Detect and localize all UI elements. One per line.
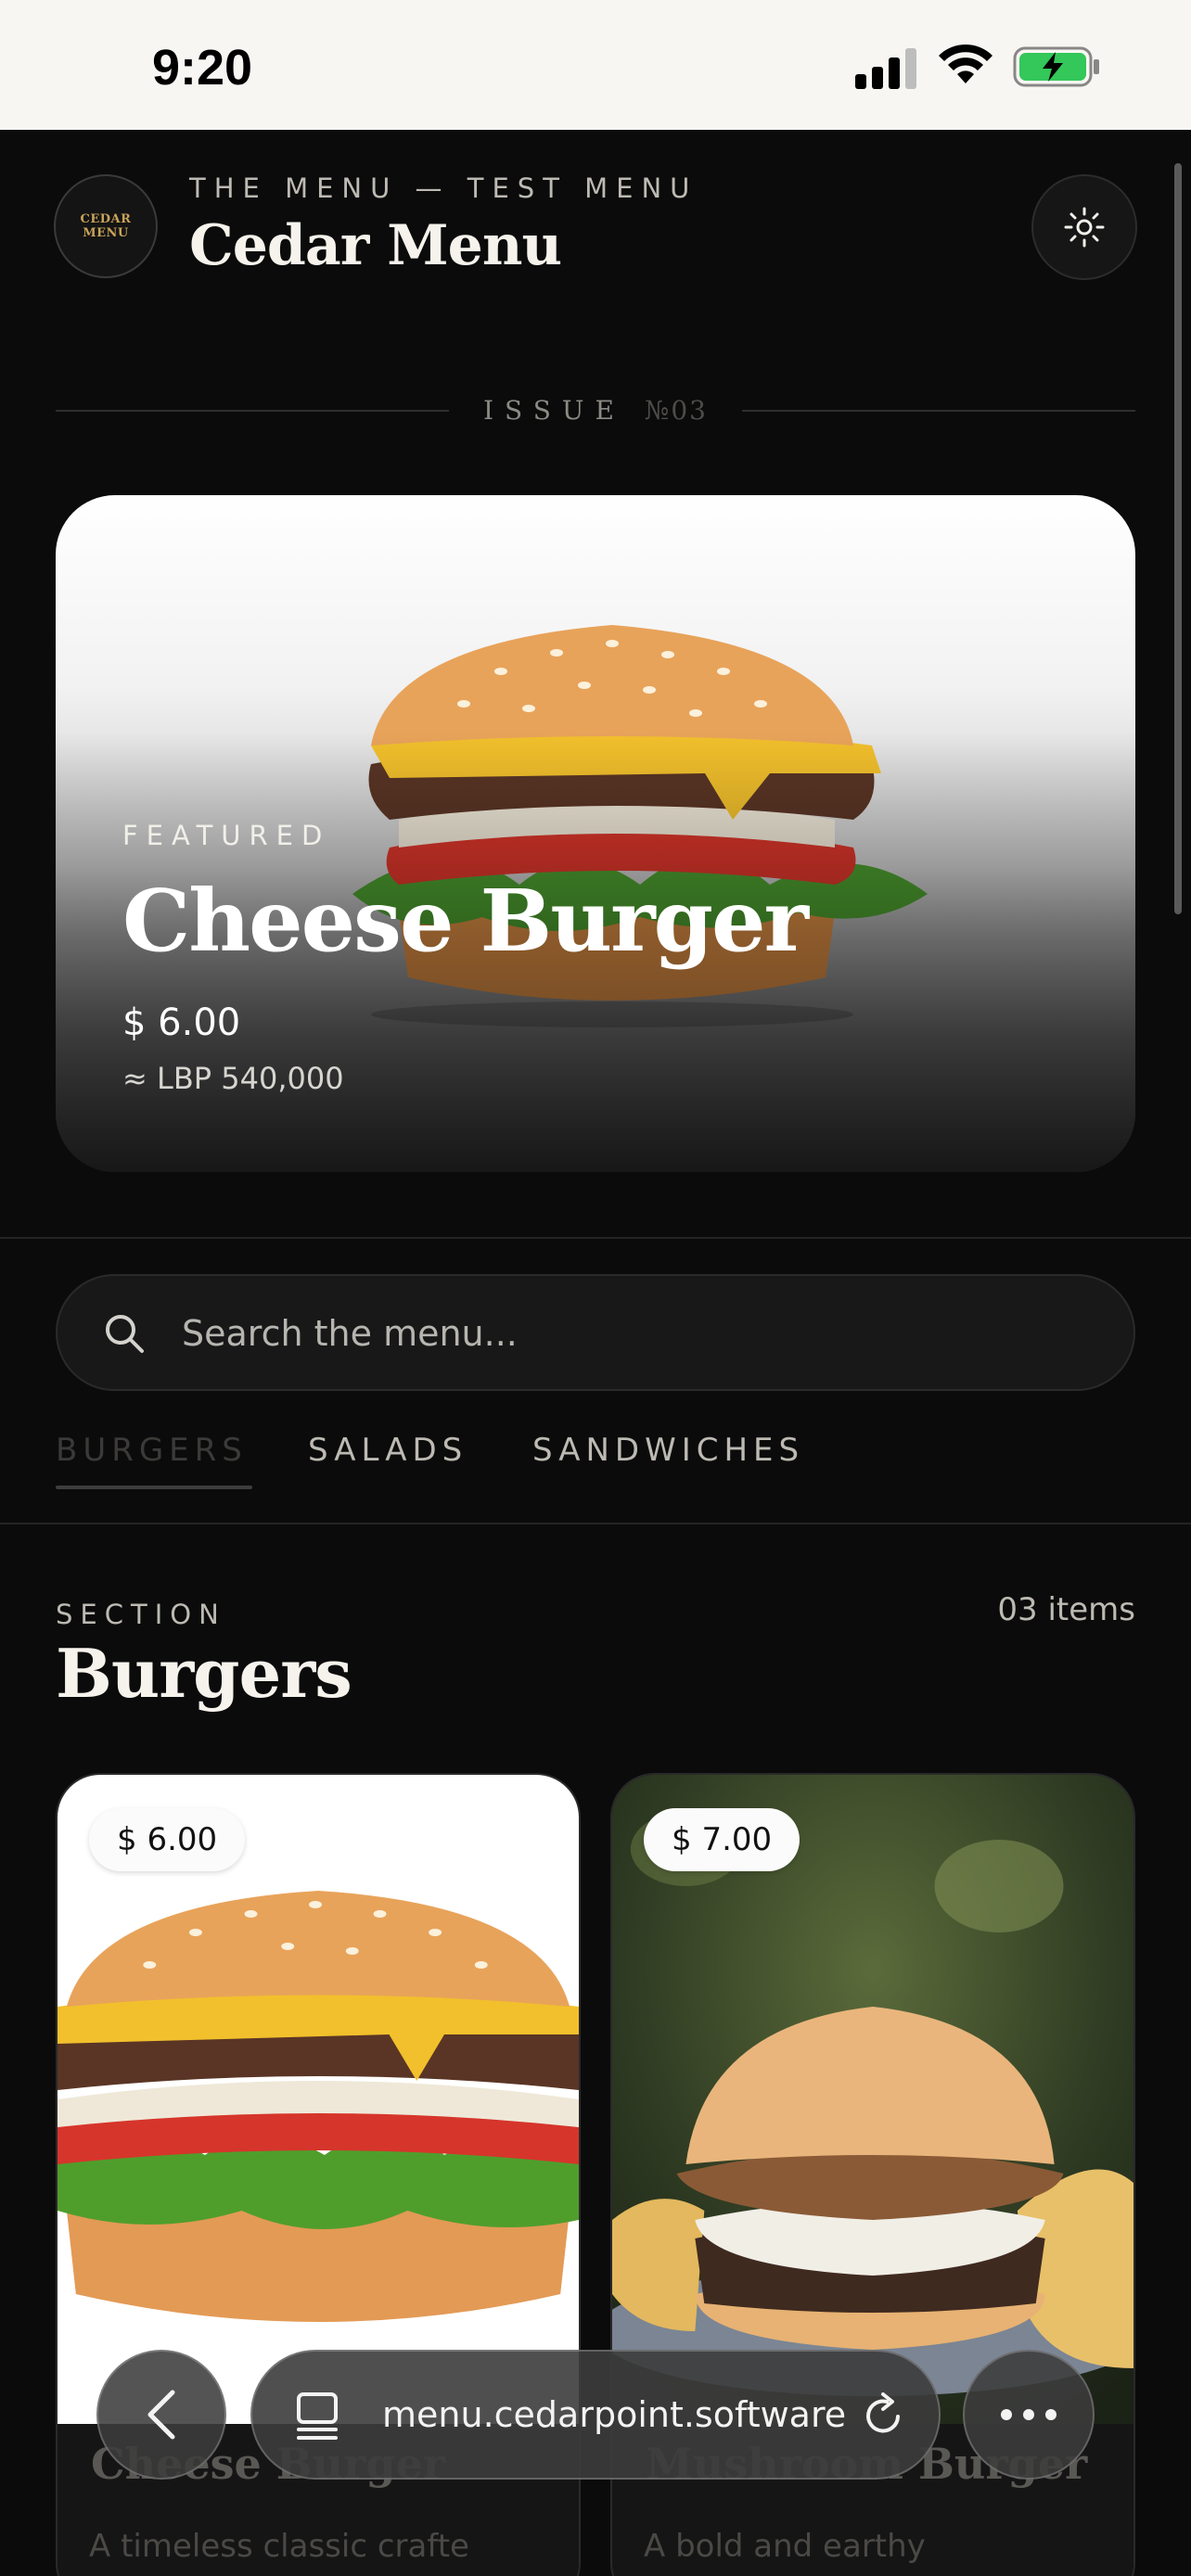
wifi-icon: [939, 44, 992, 83]
battery-charging-icon: [1013, 46, 1099, 87]
section-title: Burgers: [56, 1634, 352, 1713]
status-bar: 9:20: [0, 0, 1191, 130]
featured-item-name: Cheese Burger: [122, 871, 809, 971]
item-price-badge: $ 6.00: [89, 1808, 246, 1871]
item-description: A timeless classic crafte: [89, 2528, 469, 2565]
search-icon: [106, 1315, 144, 1353]
issue-divider: ISSUE №03: [56, 389, 1135, 436]
more-icon: [1001, 2409, 1057, 2420]
featured-card[interactable]: FEATURED Cheese Burger $ 6.00 ≈ LBP 540,…: [56, 495, 1135, 1172]
section-item-count: 03 items: [997, 1591, 1135, 1628]
divider: [0, 1523, 1191, 1524]
divider: [0, 1237, 1191, 1239]
featured-item-price: $ 6.00: [122, 1001, 241, 1044]
item-description: A bold and earthy: [644, 2528, 926, 2565]
page-title: Cedar Menu: [189, 213, 562, 278]
item-price-badge: $ 7.00: [644, 1808, 800, 1871]
brand-logo[interactable]: CEDAR MENU: [54, 174, 158, 278]
browser-address-bar[interactable]: menu.cedarpoint.software: [250, 2350, 941, 2480]
tabs-icon: [297, 2392, 338, 2440]
tab-sandwiches[interactable]: SANDWICHES: [532, 1432, 804, 1469]
issue-number: №03: [644, 395, 708, 426]
active-tab-underline: [56, 1486, 252, 1489]
cellular-signal-icon: [855, 48, 916, 89]
search-input[interactable]: [182, 1304, 1072, 1363]
browser-url: menu.cedarpoint.software: [382, 2394, 846, 2435]
browser-back-button[interactable]: [96, 2350, 226, 2480]
featured-label: FEATURED: [122, 820, 331, 851]
section-eyebrow: SECTION: [56, 1599, 226, 1630]
tab-salads[interactable]: SALADS: [308, 1432, 467, 1469]
scroll-indicator[interactable]: [1174, 163, 1182, 914]
status-time: 9:20: [152, 40, 253, 96]
chevron-left-icon: [147, 2390, 175, 2440]
header-eyebrow: THE MENU — TEST MENU: [189, 172, 698, 204]
mushroom-burger-image: [612, 1775, 1133, 2424]
reload-icon[interactable]: [859, 2392, 907, 2441]
logo-text: CEDAR MENU: [80, 212, 132, 240]
tab-burgers[interactable]: BURGERS: [56, 1432, 248, 1469]
search-bar[interactable]: [56, 1274, 1135, 1391]
app-header: CEDAR MENU THE MENU — TEST MENU Cedar Me…: [0, 130, 1191, 343]
featured-item-price-lbp: ≈ LBP 540,000: [122, 1061, 344, 1096]
sun-icon: [1064, 207, 1105, 248]
cheese-burger-image: [58, 1775, 579, 2424]
browser-more-button[interactable]: [963, 2350, 1095, 2480]
issue-label: ISSUE: [483, 395, 625, 426]
theme-toggle-button[interactable]: [1031, 174, 1137, 280]
